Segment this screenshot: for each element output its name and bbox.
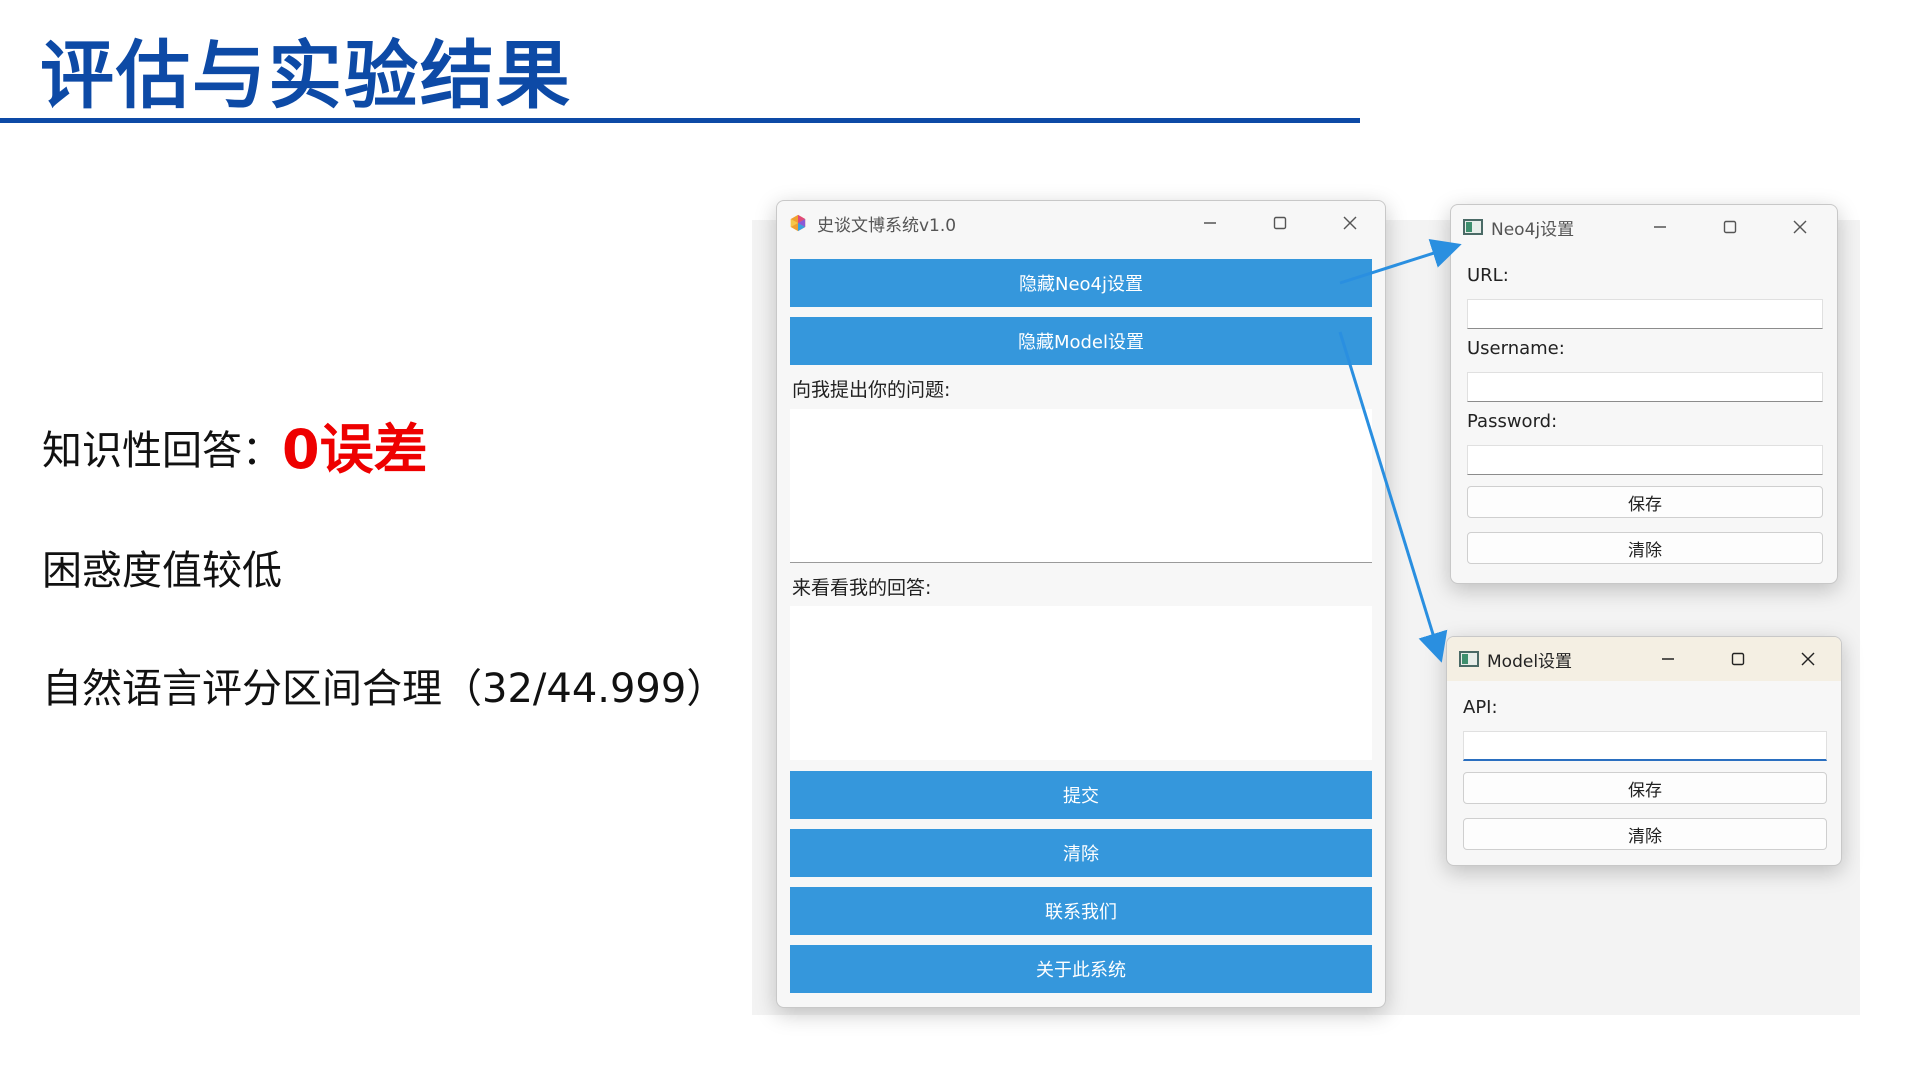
neo4j-minimize-button[interactable] bbox=[1625, 205, 1695, 249]
app-logo-icon bbox=[790, 214, 806, 232]
model-minimize-button[interactable] bbox=[1633, 637, 1703, 681]
submit-button[interactable]: 提交 bbox=[790, 771, 1372, 819]
answer-label: 来看看我的回答: bbox=[792, 577, 932, 599]
password-field[interactable] bbox=[1467, 445, 1823, 475]
model-save-button[interactable]: 保存 bbox=[1463, 772, 1827, 804]
model-window-title: Model设置 bbox=[1487, 651, 1573, 672]
neo4j-titlebar: Neo4j设置 bbox=[1451, 205, 1837, 249]
neo4j-maximize-button[interactable] bbox=[1695, 205, 1765, 249]
model-settings-window: Model设置 API: 保存 清除 bbox=[1446, 636, 1842, 866]
username-label: Username: bbox=[1467, 338, 1565, 359]
api-field[interactable] bbox=[1463, 731, 1827, 761]
api-label: API: bbox=[1463, 697, 1498, 718]
main-window-title: 史谈文博系统v1.0 bbox=[817, 215, 957, 236]
window-icon bbox=[1459, 651, 1479, 667]
bullet-knowledge-answer: 知识性回答：0误差 bbox=[42, 405, 428, 484]
url-field[interactable] bbox=[1467, 299, 1823, 329]
neo4j-settings-window: Neo4j设置 URL: Username: Password: 保存 清除 bbox=[1450, 204, 1838, 584]
password-label: Password: bbox=[1467, 411, 1558, 432]
maximize-icon bbox=[1731, 652, 1745, 666]
question-label: 向我提出你的问题: bbox=[792, 379, 951, 401]
neo4j-close-button[interactable] bbox=[1765, 205, 1835, 249]
minimize-icon bbox=[1662, 658, 1674, 660]
window-icon bbox=[1463, 219, 1483, 235]
neo4j-save-button[interactable]: 保存 bbox=[1467, 486, 1823, 518]
slide-title: 评估与实验结果 bbox=[40, 33, 572, 119]
model-titlebar: Model设置 bbox=[1447, 637, 1841, 681]
bullet-highlight: 0误差 bbox=[282, 418, 428, 481]
contact-us-button[interactable]: 联系我们 bbox=[790, 887, 1372, 935]
maximize-icon bbox=[1273, 216, 1287, 230]
hide-model-button[interactable]: 隐藏Model设置 bbox=[790, 317, 1372, 365]
clear-button[interactable]: 清除 bbox=[790, 829, 1372, 877]
model-clear-button[interactable]: 清除 bbox=[1463, 818, 1827, 850]
url-label: URL: bbox=[1467, 265, 1509, 286]
minimize-icon bbox=[1204, 222, 1216, 224]
maximize-icon bbox=[1723, 220, 1737, 234]
title-underline bbox=[0, 118, 1360, 123]
neo4j-clear-button[interactable]: 清除 bbox=[1467, 532, 1823, 564]
close-icon bbox=[1793, 220, 1807, 234]
bullet-nl-score: 自然语言评分区间合理（32/44.999） bbox=[42, 666, 727, 712]
minimize-button[interactable] bbox=[1175, 201, 1245, 245]
model-close-button[interactable] bbox=[1773, 637, 1841, 681]
hide-neo4j-button[interactable]: 隐藏Neo4j设置 bbox=[790, 259, 1372, 307]
username-field[interactable] bbox=[1467, 372, 1823, 402]
bullet-text: 知识性回答： bbox=[42, 428, 282, 474]
close-button[interactable] bbox=[1315, 201, 1385, 245]
model-maximize-button[interactable] bbox=[1703, 637, 1773, 681]
bullet-perplexity: 困惑度值较低 bbox=[42, 548, 282, 594]
close-icon bbox=[1343, 216, 1357, 230]
minimize-icon bbox=[1654, 226, 1666, 228]
main-window-titlebar: 史谈文博系统v1.0 bbox=[777, 201, 1385, 245]
neo4j-window-title: Neo4j设置 bbox=[1491, 219, 1575, 240]
about-system-button[interactable]: 关于此系统 bbox=[790, 945, 1372, 993]
answer-output bbox=[790, 606, 1372, 760]
question-input[interactable] bbox=[790, 409, 1372, 563]
close-icon bbox=[1801, 652, 1815, 666]
main-window: 史谈文博系统v1.0 隐藏Neo4j设置 隐藏Model设置 向我提出你的问题:… bbox=[776, 200, 1386, 1008]
maximize-button[interactable] bbox=[1245, 201, 1315, 245]
